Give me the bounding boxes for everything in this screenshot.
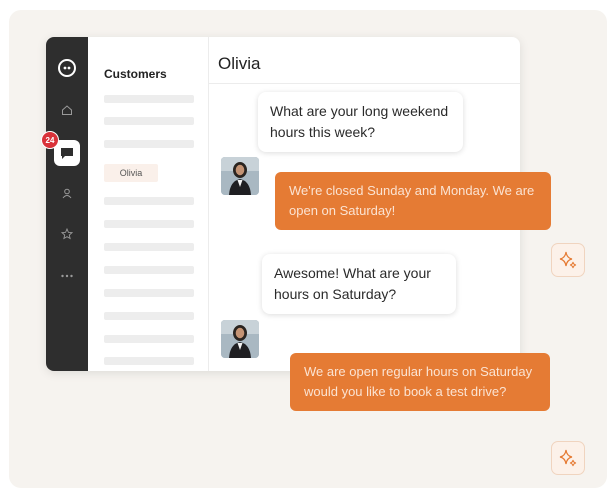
list-item[interactable]	[104, 335, 194, 343]
chat-title: Olivia	[218, 54, 261, 73]
star-icon[interactable]	[57, 224, 77, 244]
sparkle-icon[interactable]	[551, 441, 585, 475]
sparkle-icon[interactable]	[551, 243, 585, 277]
list-item[interactable]	[104, 220, 194, 228]
home-icon[interactable]	[57, 100, 77, 120]
customer-list: Customers Olivia	[88, 37, 209, 371]
more-icon[interactable]	[57, 266, 77, 286]
message-bubble-business: We are open regular hours on Saturday wo…	[290, 353, 550, 411]
list-item[interactable]	[104, 289, 194, 297]
chat-header-divider	[208, 83, 520, 84]
list-item[interactable]	[104, 95, 194, 103]
list-item[interactable]	[104, 357, 194, 365]
message-bubble-customer: Awesome! What are your hours on Saturday…	[262, 254, 456, 314]
list-item[interactable]	[104, 140, 194, 148]
chat-logo-icon[interactable]	[58, 59, 76, 77]
list-item[interactable]	[104, 266, 194, 274]
message-bubble-customer: What are your long weekend hours this we…	[258, 92, 463, 152]
customer-avatar	[221, 157, 259, 195]
list-item[interactable]	[104, 243, 194, 251]
person-icon[interactable]	[57, 183, 77, 203]
unread-count-badge: 24	[41, 131, 59, 149]
list-item[interactable]	[104, 312, 194, 320]
list-item[interactable]	[104, 197, 194, 205]
list-item[interactable]	[104, 117, 194, 125]
sidebar-rail	[46, 37, 88, 371]
customers-heading: Customers	[104, 67, 167, 81]
selected-customer-chip[interactable]: Olivia	[104, 164, 158, 182]
message-bubble-business: We're closed Sunday and Monday. We are o…	[275, 172, 551, 230]
customer-avatar	[221, 320, 259, 358]
